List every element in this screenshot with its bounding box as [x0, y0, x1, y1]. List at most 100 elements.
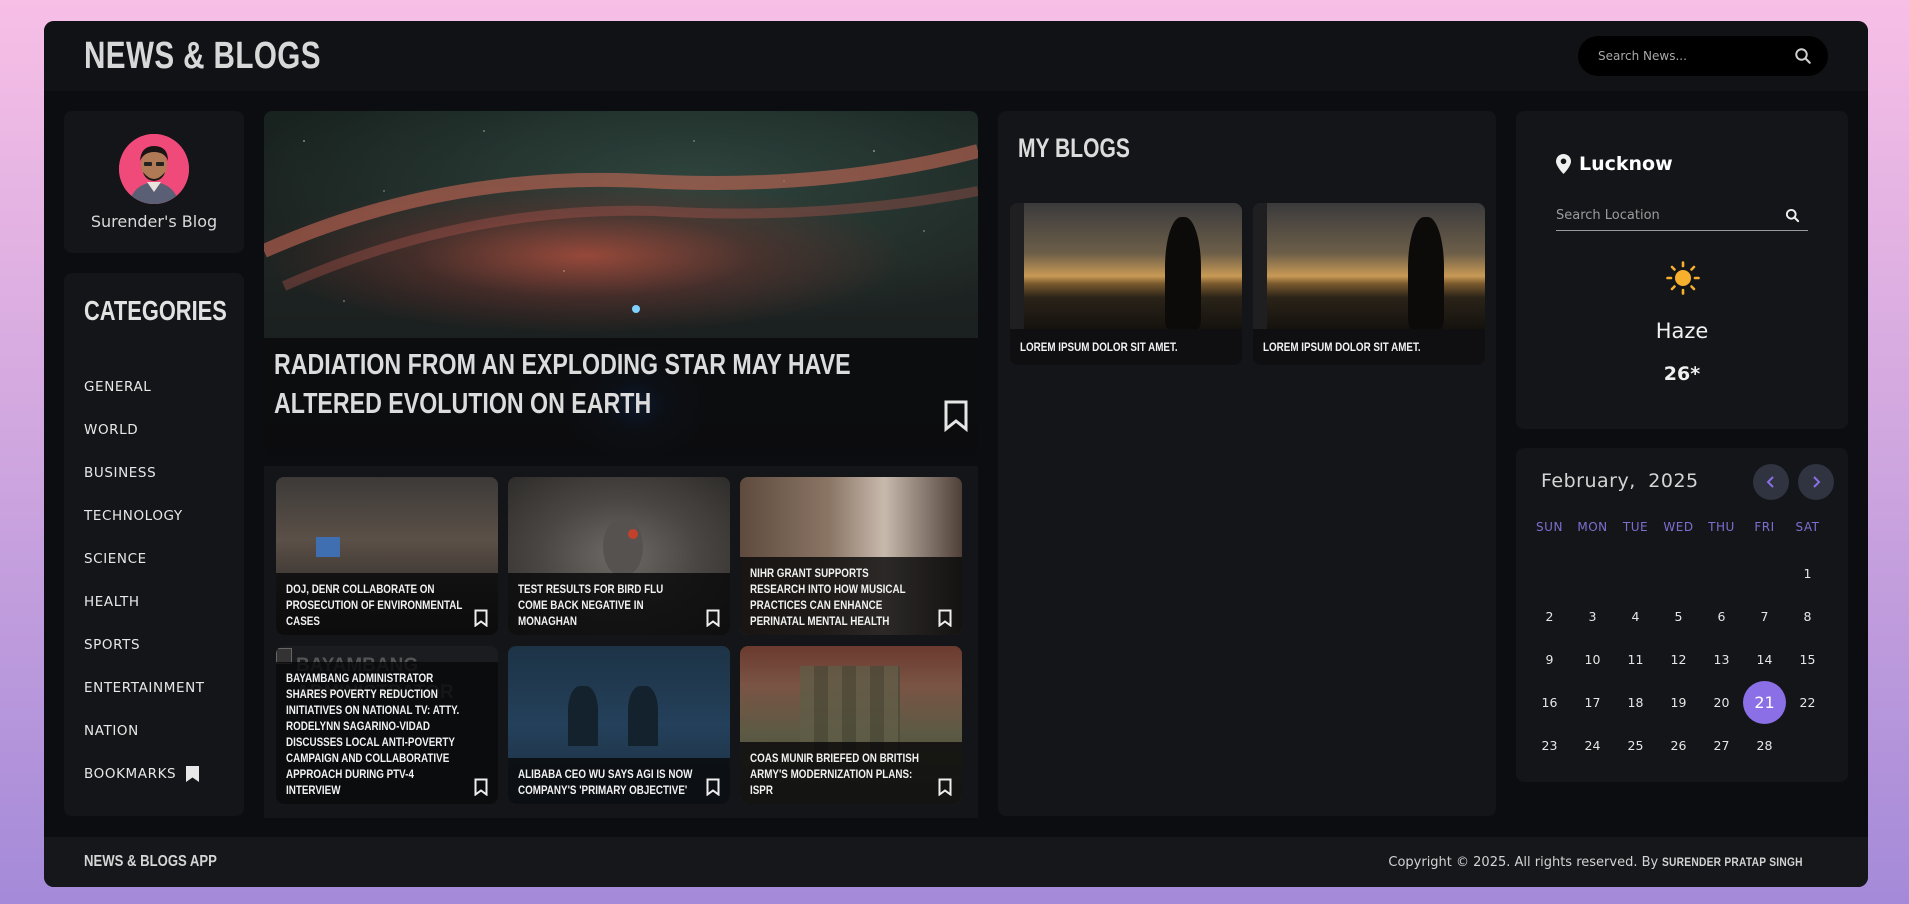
news-search-input[interactable]	[1598, 49, 1778, 63]
bookmark-icon[interactable]	[944, 400, 968, 432]
calendar-day[interactable]: 16	[1528, 681, 1571, 724]
news-card[interactable]: Alibaba CEO Wu says AGI is now company's…	[508, 646, 730, 804]
news-card[interactable]: Test results for bird flu come back nega…	[508, 477, 730, 635]
calendar-year: 2025	[1648, 470, 1699, 492]
category-entertainment[interactable]: ENTERTAINMENT	[84, 666, 224, 709]
calendar-day[interactable]: 18	[1614, 681, 1657, 724]
calendar-day[interactable]: 8	[1786, 595, 1829, 638]
category-health[interactable]: HEALTH	[84, 580, 224, 623]
calendar-day[interactable]: 17	[1571, 681, 1614, 724]
calendar-spacer	[1743, 540, 1786, 552]
chevron-right-icon	[1813, 476, 1821, 488]
calendar-day[interactable]: 3	[1571, 595, 1614, 638]
calendar-widget: February, 2025 SUN MON TUE WED THU FRI SAT 1 2 3 4…	[1516, 448, 1848, 782]
calendar-empty-cell	[1571, 552, 1614, 595]
calendar-day[interactable]: 28	[1743, 724, 1786, 767]
calendar-empty-cell	[1657, 552, 1700, 595]
location-search-input[interactable]	[1556, 208, 1756, 223]
news-title: NIHR grant supports research into how mu…	[750, 566, 906, 628]
calendar-day[interactable]: 6	[1700, 595, 1743, 638]
bookmark-icon[interactable]	[474, 609, 488, 627]
calendar-day[interactable]: 9	[1528, 638, 1571, 681]
calendar-day[interactable]: 19	[1657, 681, 1700, 724]
news-title: Alibaba CEO Wu says AGI is now company's…	[518, 767, 693, 797]
bookmark-icon[interactable]	[938, 778, 952, 796]
bookmark-icon[interactable]	[706, 778, 720, 796]
chevron-left-icon	[1766, 476, 1774, 488]
news-caption: NIHR grant supports research into how mu…	[740, 557, 962, 635]
category-bookmarks[interactable]: BOOKMARKS	[84, 752, 224, 795]
calendar-day[interactable]: 4	[1614, 595, 1657, 638]
calendar-day[interactable]: 22	[1786, 681, 1829, 724]
next-month-button[interactable]	[1798, 464, 1834, 500]
calendar-day[interactable]: 10	[1571, 638, 1614, 681]
calendar-day[interactable]: 2	[1528, 595, 1571, 638]
headline-card[interactable]: RADIATION FROM AN EXPLODING STAR MAY HAV…	[264, 111, 978, 456]
weekday-header: WED	[1663, 520, 1694, 534]
calendar-day[interactable]: 23	[1528, 724, 1571, 767]
category-general[interactable]: GENERAL	[84, 365, 224, 408]
calendar-spacer	[1700, 540, 1743, 552]
categories-list: GENERAL WORLD BUSINESS TECHNOLOGY SCIENC…	[84, 365, 224, 795]
calendar-empty-cell	[1700, 552, 1743, 595]
search-icon[interactable]	[1785, 208, 1800, 223]
news-title: Bayambang administrator shares poverty r…	[286, 671, 460, 797]
category-technology[interactable]: TECHNOLOGY	[84, 494, 224, 537]
calendar-day[interactable]: 7	[1743, 595, 1786, 638]
my-blogs-panel: MY BLOGS LOREM IPSUM DOLOR SIT AMET. LOR…	[998, 111, 1496, 816]
calendar-day[interactable]: 24	[1571, 724, 1614, 767]
calendar-day[interactable]: 25	[1614, 724, 1657, 767]
calendar-day[interactable]: 12	[1657, 638, 1700, 681]
news-card[interactable]: BAYAMBANG ADMINISTRATOR Bayambang admini…	[276, 646, 498, 804]
calendar-day[interactable]: 14	[1743, 638, 1786, 681]
category-sports[interactable]: SPORTS	[84, 623, 224, 666]
calendar-day[interactable]: 13	[1700, 638, 1743, 681]
blog-image	[1010, 203, 1242, 329]
blog-card[interactable]: LOREM IPSUM DOLOR SIT AMET.	[1010, 203, 1242, 365]
footer-brand: NEWS & BLOGS APP	[84, 853, 217, 870]
news-caption: COAS Munir briefed on British Army's mod…	[740, 742, 962, 804]
category-nation[interactable]: NATION	[84, 709, 224, 752]
weather-widget: Lucknow Haze 26*	[1516, 111, 1848, 429]
sun-icon	[1666, 261, 1700, 299]
bookmark-filled-icon	[186, 765, 200, 782]
headline-title: RADIATION FROM AN EXPLODING STAR MAY HAV…	[274, 349, 851, 420]
calendar-day[interactable]: 27	[1700, 724, 1743, 767]
category-business[interactable]: BUSINESS	[84, 451, 224, 494]
news-caption: Test results for bird flu come back nega…	[508, 573, 730, 635]
calendar-day[interactable]: 15	[1786, 638, 1829, 681]
today-highlight: 21	[1743, 681, 1786, 724]
news-card[interactable]: NIHR grant supports research into how mu…	[740, 477, 962, 635]
bookmarks-label: BOOKMARKS	[84, 765, 177, 782]
news-card[interactable]: DOJ, DENR collaborate on prosecution of …	[276, 477, 498, 635]
weekday-header: MON	[1577, 520, 1608, 534]
calendar-day[interactable]: 11	[1614, 638, 1657, 681]
bookmark-icon[interactable]	[474, 778, 488, 796]
copyright-text: Copyright © 2025. All rights reserved. B…	[1388, 855, 1828, 870]
category-world[interactable]: WORLD	[84, 408, 224, 451]
calendar-day[interactable]: 1	[1786, 552, 1829, 595]
bookmark-icon[interactable]	[938, 609, 952, 627]
calendar-day-today[interactable]: 21	[1743, 681, 1786, 724]
location-pin-icon	[1556, 154, 1571, 174]
news-caption: Bayambang administrator shares poverty r…	[276, 662, 498, 804]
prev-month-button[interactable]	[1753, 464, 1789, 500]
search-icon[interactable]	[1794, 47, 1812, 65]
weather-temperature: 26*	[1663, 363, 1701, 385]
weekday-header: SUN	[1536, 520, 1563, 534]
bookmark-icon[interactable]	[706, 609, 720, 627]
header: NEWS & BLOGS	[44, 21, 1868, 91]
weekday-header: FRI	[1754, 520, 1775, 534]
news-card[interactable]: COAS Munir briefed on British Army's mod…	[740, 646, 962, 804]
news-caption: DOJ, DENR collaborate on prosecution of …	[276, 573, 498, 635]
my-blogs-title: MY BLOGS	[1018, 133, 1130, 163]
blog-card[interactable]: LOREM IPSUM DOLOR SIT AMET.	[1253, 203, 1485, 365]
blog-title: LOREM IPSUM DOLOR SIT AMET.	[1020, 340, 1178, 354]
calendar-day[interactable]: 5	[1657, 595, 1700, 638]
calendar-day[interactable]: 20	[1700, 681, 1743, 724]
calendar-day[interactable]: 26	[1657, 724, 1700, 767]
profile-name: Surender's Blog	[90, 212, 218, 231]
app-window: NEWS & BLOGS Surender's Blog CATEGOR	[44, 21, 1868, 887]
category-science[interactable]: SCIENCE	[84, 537, 224, 580]
author-name: SURENDER PRATAP SINGH	[1662, 854, 1804, 869]
